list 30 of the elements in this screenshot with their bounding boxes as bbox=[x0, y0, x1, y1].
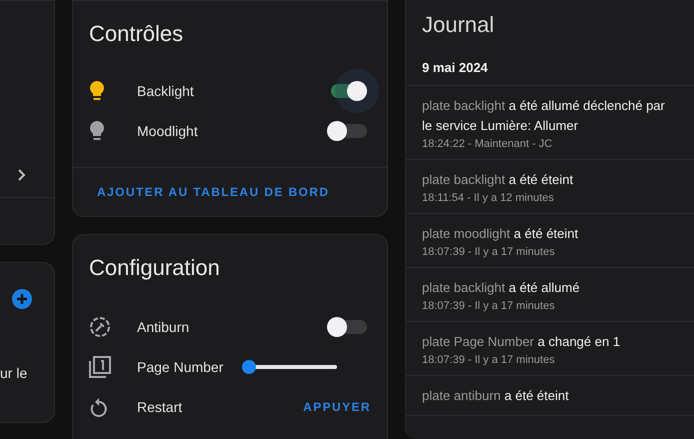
log-message: plate moodlight a été éteint bbox=[422, 225, 580, 243]
add-to-dashboard-button[interactable]: AJOUTER AU TABLEAU DE BORD bbox=[97, 185, 330, 199]
log-message: plate antiburn a été éteint bbox=[422, 387, 570, 405]
log-message: plate Page Number a changé en 1 bbox=[422, 333, 622, 351]
add-icon[interactable] bbox=[12, 289, 32, 309]
log-time: 18:24:22 - Maintenant - JC bbox=[422, 138, 554, 150]
entity-label: Page Number bbox=[137, 359, 224, 375]
card-title: Configuration bbox=[88, 254, 221, 282]
slider-thumb[interactable] bbox=[242, 360, 256, 374]
entity-label: Moodlight bbox=[137, 123, 199, 139]
log-message: plate backlight a été allumé déclenché par le service Lumière: Allumer bbox=[422, 97, 666, 135]
page-number-icon bbox=[89, 356, 111, 378]
entity-label: Antiburn bbox=[137, 319, 190, 335]
wrench-circle-icon bbox=[89, 316, 111, 338]
log-time: 18:11:54 - Il y a 12 minutes bbox=[422, 192, 555, 204]
entity-label: Restart bbox=[137, 399, 184, 415]
card-title: Journal bbox=[421, 11, 496, 39]
log-time: 18:07:39 - Il y a 17 minutes bbox=[422, 300, 556, 312]
press-button[interactable]: APPUYER bbox=[303, 400, 371, 414]
entity-label: Backlight bbox=[137, 83, 195, 99]
card-title: Contrôles bbox=[88, 20, 184, 48]
toggle-switch[interactable] bbox=[331, 84, 367, 98]
log-message: plate backlight a été allumé bbox=[422, 279, 581, 297]
card-text: ur le bbox=[0, 365, 28, 381]
log-time: 18:07:39 - Il y a 17 minutes bbox=[422, 354, 556, 366]
date-heading: 9 mai 2024 bbox=[406, 46, 694, 86]
log-message: plate backlight a été éteint bbox=[422, 171, 574, 189]
log-time: 18:07:39 - Il y a 17 minutes bbox=[422, 246, 556, 258]
restart-icon bbox=[89, 396, 109, 418]
chevron-right-icon[interactable] bbox=[18, 169, 26, 181]
